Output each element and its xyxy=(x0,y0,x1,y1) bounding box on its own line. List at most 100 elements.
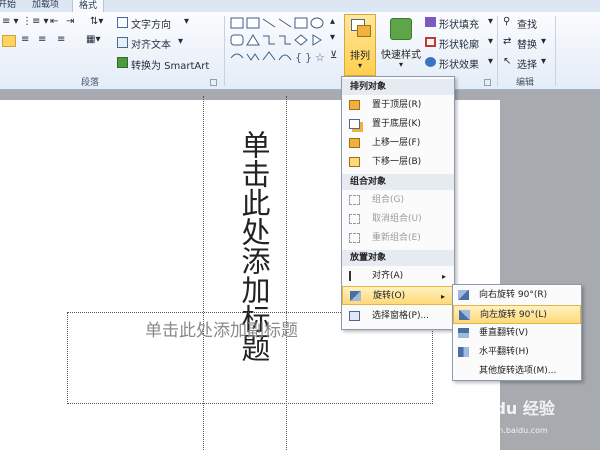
shape-effects-button[interactable]: 形状效果 xyxy=(439,56,479,71)
bring-to-front-item[interactable]: 置于顶层(R) xyxy=(342,96,454,115)
rotate-left-label: 向左旋转 90°(L) xyxy=(480,310,547,320)
flip-vertical-item[interactable]: 垂直翻转(V) xyxy=(453,324,581,343)
ungroup-icon xyxy=(349,214,360,224)
paragraph-group-label: 段落 xyxy=(80,78,99,88)
rotate-right-item[interactable]: 向右旋转 90°(R) xyxy=(453,286,581,305)
tab-addins[interactable]: 加载项 xyxy=(26,0,65,12)
align-text-button[interactable]: 对齐文本 xyxy=(131,36,171,51)
find-button[interactable]: 查找 xyxy=(517,16,537,31)
tab-format[interactable]: 格式 xyxy=(72,0,105,12)
flip-horizontal-item[interactable]: 水平翻转(H) xyxy=(453,343,581,362)
svg-text:}: } xyxy=(305,51,312,64)
text-direction-button[interactable]: 文字方向 xyxy=(131,16,171,31)
chevron-down-icon: ▾ xyxy=(541,36,547,47)
send-backward-item[interactable]: 下移一层(B) xyxy=(342,153,454,172)
rotate-item[interactable]: 旋转(O) ▸ xyxy=(342,286,454,305)
align-item[interactable]: 对齐(A) ▸ xyxy=(342,267,454,286)
shape-outline-button[interactable]: 形状轮廓 xyxy=(439,36,479,51)
align-right-button[interactable]: ≡ xyxy=(38,34,46,45)
flip-vertical-label: 垂直翻转(V) xyxy=(479,328,529,338)
quick-styles-icon xyxy=(390,18,412,40)
convert-smartart-button[interactable]: 转换为 SmartArt xyxy=(131,57,209,72)
rotate-label: 旋转(O) xyxy=(373,291,406,301)
selection-pane-icon xyxy=(349,311,360,321)
launcher-icon[interactable] xyxy=(210,79,217,86)
quick-styles-label: 快速样式 xyxy=(381,50,421,61)
arrange-menu: 排列对象 置于顶层(R) 置于底层(K) 上移一层(F) 下移一层(B) 组合对… xyxy=(341,76,455,330)
shapes-gallery[interactable]: { } ☆ xyxy=(229,16,337,68)
rotate-left-item[interactable]: 向左旋转 90°(L) xyxy=(453,305,581,324)
submenu-arrow-icon: ▸ xyxy=(440,292,445,301)
send-backward-icon xyxy=(349,157,360,167)
divider xyxy=(497,16,498,86)
gallery-scroll-down-icon[interactable]: ▾ xyxy=(330,32,335,43)
send-back-icon xyxy=(349,119,360,129)
gallery-scroll-up-icon[interactable]: ▴ xyxy=(330,16,335,27)
regroup-icon xyxy=(349,233,360,243)
flip-vertical-icon xyxy=(458,328,469,338)
send-backward-label: 下移一层(B) xyxy=(372,157,422,167)
more-rotation-options-label: 其他旋转选项(M)... xyxy=(479,366,557,376)
bullets-button[interactable]: ≡ ▾ xyxy=(2,16,19,27)
ungroup-label: 取消组合(U) xyxy=(372,214,422,224)
numbering-button[interactable]: ⋮≡ ▾ xyxy=(22,16,49,27)
launcher-icon[interactable] xyxy=(484,79,491,86)
arrange-button[interactable]: 排列 ▾ xyxy=(344,14,376,76)
regroup-item: 重新组合(E) xyxy=(342,229,454,248)
send-back-label: 置于底层(K) xyxy=(372,119,421,129)
subtitle-placeholder[interactable]: 单击此处添加副标题 xyxy=(145,316,298,341)
shape-fill-button[interactable]: 形状填充 xyxy=(439,16,479,31)
chevron-down-icon: ▾ xyxy=(357,61,362,70)
align-label: 对齐(A) xyxy=(372,271,404,281)
tab-home[interactable]: 开始 xyxy=(0,0,22,12)
align-icon xyxy=(349,271,360,281)
increase-indent-button[interactable]: ⇥ xyxy=(66,16,74,27)
ungroup-item: 取消组合(U) xyxy=(342,210,454,229)
columns-button[interactable]: ▦▾ xyxy=(86,34,100,45)
rotate-right-icon xyxy=(458,290,469,300)
justify-button[interactable]: ≡ xyxy=(57,34,65,45)
selection-pane-label: 选择窗格(P)... xyxy=(372,311,430,321)
quick-styles-button[interactable]: 快速样式 ▾ xyxy=(380,14,422,76)
submenu-arrow-icon: ▸ xyxy=(441,272,446,281)
text-direction-icon xyxy=(117,17,128,28)
binoculars-icon: ⚲ xyxy=(503,16,511,27)
chevron-down-icon: ▾ xyxy=(488,16,494,27)
align-center-button[interactable]: ≡ xyxy=(21,34,29,45)
send-to-back-item[interactable]: 置于底层(K) xyxy=(342,115,454,134)
baidu-watermark-url: jingyan.baidu.com xyxy=(474,426,548,435)
bring-forward-item[interactable]: 上移一层(F) xyxy=(342,134,454,153)
svg-text:{: { xyxy=(295,51,302,64)
bring-front-icon xyxy=(349,100,360,110)
ribbon-tabs: 开始 加载项 格式 xyxy=(0,0,600,12)
more-rotation-options-item[interactable]: 其他旋转选项(M)... xyxy=(453,362,581,381)
divider xyxy=(224,16,225,86)
decrease-indent-button[interactable]: ⇤ xyxy=(50,16,58,27)
line-spacing-button[interactable]: ⇅▾ xyxy=(90,16,103,27)
gallery-more-icon[interactable]: ⊻ xyxy=(330,50,337,61)
align-left-icon[interactable] xyxy=(2,35,16,47)
rotate-icon xyxy=(350,291,361,301)
group-label: 组合(G) xyxy=(372,195,404,205)
group-icon xyxy=(349,195,360,205)
align-text-icon xyxy=(117,37,128,48)
selection-pane-item[interactable]: 选择窗格(P)... xyxy=(342,307,454,326)
pen-icon xyxy=(425,37,436,47)
ribbon: ≡ ▾ ⋮≡ ▾ ⇤ ⇥ ⇅▾ ≡ ≡ ≡ ▦▾ 文字方向 ▾ 对齐文本 ▾ 转… xyxy=(0,12,600,90)
bring-forward-icon xyxy=(349,138,360,148)
effects-icon xyxy=(425,57,436,67)
rotate-left-icon xyxy=(459,310,470,320)
flip-horizontal-label: 水平翻转(H) xyxy=(479,347,529,357)
arrange-label: 排列 xyxy=(350,51,370,62)
group-item: 组合(G) xyxy=(342,191,454,210)
menu-section-group: 组合对象 xyxy=(342,174,454,190)
chevron-down-icon: ▾ xyxy=(488,36,494,47)
smartart-icon xyxy=(117,57,128,68)
chevron-down-icon: ▾ xyxy=(178,36,184,47)
bring-front-label: 置于顶层(R) xyxy=(372,100,422,110)
replace-icon: ⇄ xyxy=(503,36,512,47)
replace-button[interactable]: 替换 xyxy=(517,36,537,51)
regroup-label: 重新组合(E) xyxy=(372,233,421,243)
divider xyxy=(555,16,556,86)
select-button[interactable]: 选择 xyxy=(517,56,537,71)
